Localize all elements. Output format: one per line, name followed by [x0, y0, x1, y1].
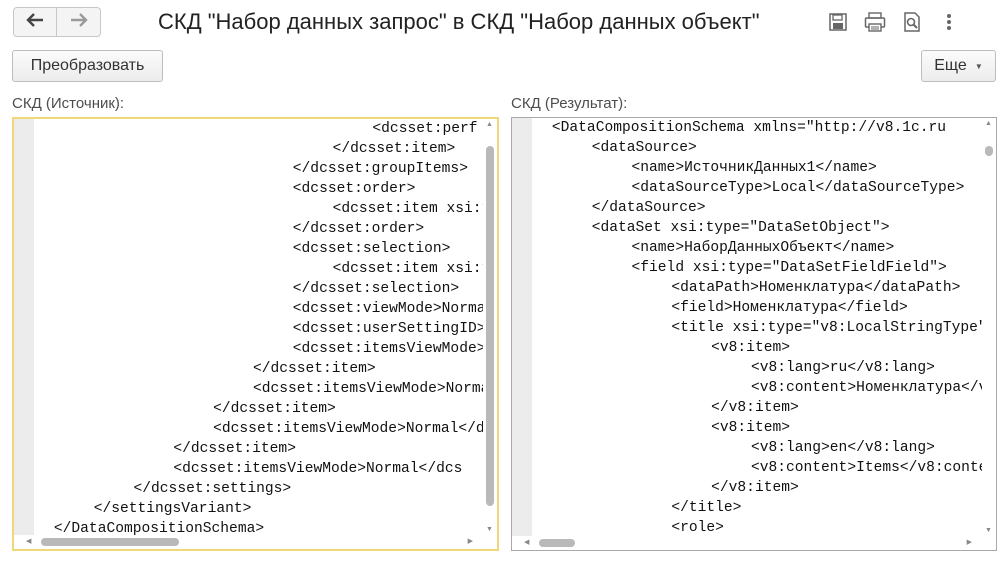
code-line: </dcsset:item>	[173, 441, 296, 457]
code-line: </v8:item>	[711, 480, 799, 496]
source-text-area[interactable]: <dcsset:perf </dcsset:item> </dcsset:group…	[12, 117, 499, 551]
more-button-label: Еще	[934, 57, 967, 74]
source-horizontal-scrollbar[interactable]: ◀ ▶	[14, 535, 483, 549]
convert-button[interactable]: Преобразовать	[12, 50, 163, 82]
code-line: <dcsset:itemsViewMode>Normal</d	[213, 421, 483, 437]
code-line: <dcsset:userSettingID>	[292, 321, 483, 337]
source-vertical-scrollbar[interactable]: ▲ ▼	[483, 119, 497, 535]
code-line: </dataSource>	[591, 200, 706, 216]
source-gutter	[14, 119, 34, 549]
convert-button-label: Преобразовать	[30, 57, 145, 74]
code-line: </dcsset:groupItems>	[292, 161, 468, 177]
code-line: <v8:content>Items</v8:content>	[750, 460, 982, 476]
source-label: СКД (Источник):	[12, 95, 125, 112]
code-line: <dataSet xsi:type="DataSetObject">	[591, 220, 890, 236]
code-line: </dcsset:settings>	[133, 481, 292, 497]
source-horizontal-thumb[interactable]	[41, 538, 179, 546]
arrow-left-icon	[26, 12, 44, 32]
code-line: </dcsset:item>	[252, 361, 376, 377]
print-preview-icon[interactable]	[900, 10, 924, 34]
code-line: <v8:item>	[711, 340, 790, 356]
result-horizontal-scrollbar[interactable]: ◀ ▶	[512, 536, 982, 550]
code-line: </v8:item>	[711, 400, 799, 416]
code-line: <title xsi:type="v8:LocalStringType">	[671, 320, 982, 336]
code-line: </dcsset:selection>	[292, 281, 460, 297]
more-menu-button[interactable]: Еще ▼	[921, 50, 996, 82]
code-line: <dcsset:viewMode>Normal	[292, 301, 483, 317]
code-line: <dcsset:selection>	[292, 241, 451, 257]
code-line: </dcsset:order>	[292, 221, 425, 237]
code-line: <dcsset:itemsViewMode>Normal</dcs	[173, 461, 463, 477]
code-line: <name>ИсточникДанных1</name>	[631, 160, 877, 176]
code-line: <v8:content>Номенклатура</v8	[750, 380, 982, 396]
more-vertical-icon[interactable]	[937, 10, 961, 34]
scroll-up-icon[interactable]: ▲	[985, 120, 992, 127]
code-line: <role>	[671, 520, 724, 536]
source-code: <dcsset:perf </dcsset:item> </dcsset:group…	[34, 119, 483, 535]
code-line: <dcsset:itemsViewMode>Normal	[252, 381, 483, 397]
save-icon[interactable]	[826, 10, 850, 34]
chevron-down-icon: ▼	[974, 61, 983, 71]
code-line: <dcsset:perf	[372, 121, 478, 137]
result-gutter	[512, 118, 532, 550]
result-horizontal-thumb[interactable]	[539, 539, 575, 547]
result-code: <DataCompositionSchema xmlns="http://v8.…	[532, 118, 982, 536]
back-button[interactable]	[13, 7, 57, 37]
result-label: СКД (Результат):	[511, 95, 628, 112]
result-text-area[interactable]: <DataCompositionSchema xmlns="http://v8.…	[511, 117, 997, 551]
code-line: <DataCompositionSchema xmlns="http://v8.…	[551, 120, 947, 136]
window-title: СКД "Набор данных запрос" в СКД "Набор д…	[158, 9, 760, 34]
scroll-left-icon[interactable]: ◀	[26, 537, 31, 545]
code-line: </dcsset:item>	[213, 401, 336, 417]
scroll-down-icon[interactable]: ▼	[985, 527, 992, 534]
code-line: </DataCompositionSchema>	[53, 521, 265, 535]
code-line: <field xsi:type="DataSetFieldField">	[631, 260, 947, 276]
code-line: <dcsset:item xsi:type=	[332, 261, 483, 277]
code-line: <name>НаборДанныхОбъект</name>	[631, 240, 895, 256]
code-line: <dcsset:item xsi:type=	[332, 201, 483, 217]
code-line: <dataSource>	[591, 140, 697, 156]
scroll-right-icon[interactable]: ▶	[468, 537, 473, 545]
scroll-right-icon[interactable]: ▶	[967, 538, 972, 546]
code-line: </dcsset:item>	[332, 141, 456, 157]
code-line: <dcsset:itemsViewMode>N	[292, 341, 483, 357]
code-line: <dcsset:order>	[292, 181, 416, 197]
scroll-left-icon[interactable]: ◀	[524, 538, 529, 546]
code-line: <v8:lang>ru</v8:lang>	[750, 360, 935, 376]
result-vertical-thumb[interactable]	[985, 146, 993, 156]
code-line: <dataSourceType>Local</dataSourceType>	[631, 180, 965, 196]
result-vertical-scrollbar[interactable]: ▲ ▼	[982, 118, 996, 536]
code-line: <dataPath>Номенклатура</dataPath>	[671, 280, 961, 296]
print-icon[interactable]	[863, 10, 887, 34]
code-line: <v8:item>	[711, 420, 790, 436]
code-line: <v8:lang>en</v8:lang>	[750, 440, 935, 456]
scroll-down-icon[interactable]: ▼	[486, 526, 493, 533]
code-line: </title>	[671, 500, 742, 516]
scroll-up-icon[interactable]: ▲	[486, 121, 493, 128]
code-line: </settingsVariant>	[93, 501, 252, 517]
source-vertical-thumb[interactable]	[486, 146, 494, 506]
forward-button[interactable]	[57, 7, 101, 37]
arrow-right-icon	[70, 12, 88, 32]
code-line: <field>Номенклатура</field>	[671, 300, 908, 316]
